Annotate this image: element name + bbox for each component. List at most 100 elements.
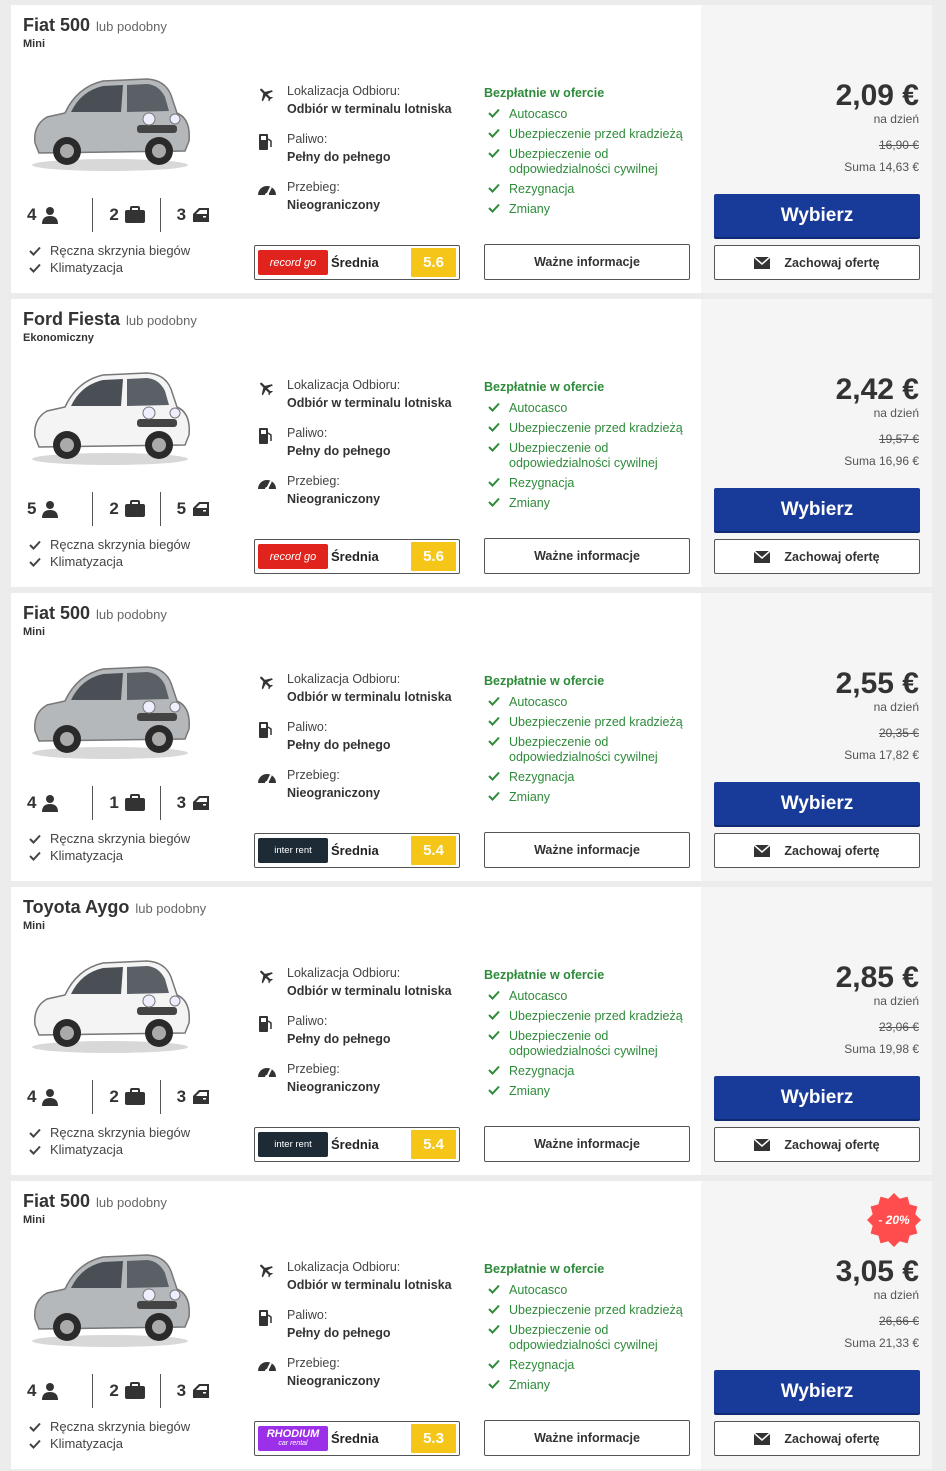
free-inclusions: Bezpłatnie w ofercie Autocasco Ubezpiecze… bbox=[484, 1262, 694, 1398]
important-info-button[interactable]: Ważne informacje bbox=[484, 244, 690, 280]
fuel-pump-icon bbox=[259, 134, 272, 150]
luggage-spec: 2 bbox=[92, 1374, 159, 1408]
doors-spec: 3 bbox=[159, 786, 227, 820]
feature-item: Klimatyzacja bbox=[29, 1141, 190, 1158]
free-inclusions: Bezpłatnie w ofercie Autocasco Ubezpiecze… bbox=[484, 86, 694, 222]
pickup-label: Lokalizacja Odbioru: bbox=[287, 84, 401, 98]
fuel-label: Paliwo: bbox=[287, 1014, 328, 1028]
inclusion-item: Autocasco bbox=[484, 401, 694, 416]
feature-label: Ręczna skrzynia biegów bbox=[50, 831, 191, 846]
inclusion-item: Ubezpieczenie od odpowiedzialności cywil… bbox=[484, 147, 694, 177]
check-icon bbox=[488, 148, 500, 158]
person-icon bbox=[42, 1089, 59, 1106]
inclusion-item: Ubezpieczenie od odpowiedzialności cywil… bbox=[484, 441, 694, 471]
car-image bbox=[25, 359, 195, 469]
feature-label: Klimatyzacja bbox=[50, 554, 123, 569]
car-door-icon bbox=[193, 1384, 210, 1398]
car-category: Ekonomiczny bbox=[23, 332, 94, 344]
inclusion-item: Rezygnacja bbox=[484, 182, 694, 197]
car-title: Fiat 500 lub podobny bbox=[23, 1191, 167, 1212]
car-features: Ręczna skrzynia biegów Klimatyzacja bbox=[29, 242, 190, 276]
supplier-logo: record go bbox=[258, 250, 328, 275]
choose-button[interactable]: Wybierz bbox=[714, 488, 920, 531]
pickup-value: Odbiór w terminalu lotniska bbox=[287, 984, 452, 998]
free-inclusions: Bezpłatnie w ofercie Autocasco Ubezpiecze… bbox=[484, 674, 694, 810]
check-icon bbox=[488, 1359, 500, 1369]
supplier-rating[interactable]: inter rent Średnia 5.4 bbox=[254, 1127, 460, 1162]
check-icon bbox=[488, 1010, 500, 1020]
car-door-icon bbox=[193, 796, 210, 810]
check-icon bbox=[488, 422, 500, 432]
offer-card: Toyota Aygo lub podobny Mini 4 2 3 Ręczn… bbox=[11, 887, 932, 1175]
person-icon bbox=[42, 207, 59, 224]
old-price: 16,90 € bbox=[878, 138, 919, 152]
supplier-rating[interactable]: inter rent Średnia 5.4 bbox=[254, 833, 460, 868]
important-info-button[interactable]: Ważne informacje bbox=[484, 1126, 690, 1162]
choose-button[interactable]: Wybierz bbox=[714, 782, 920, 825]
important-info-button[interactable]: Ważne informacje bbox=[484, 832, 690, 868]
bags-count: 2 bbox=[109, 499, 119, 518]
inclusion-item: Ubezpieczenie od odpowiedzialności cywil… bbox=[484, 1323, 694, 1353]
seats-spec: 4 bbox=[27, 786, 92, 820]
check-icon bbox=[488, 1085, 500, 1095]
choose-button[interactable]: Wybierz bbox=[714, 194, 920, 237]
inclusion-item: Autocasco bbox=[484, 695, 694, 710]
rating-label: Średnia bbox=[331, 1431, 379, 1446]
total-price: Suma 19,98 € bbox=[844, 1042, 919, 1056]
inclusion-label: Ubezpieczenie od odpowiedzialności cywil… bbox=[509, 1323, 658, 1352]
or-similar-label: lub podobny bbox=[126, 313, 197, 328]
doors-spec: 3 bbox=[159, 1080, 227, 1114]
airplane-icon bbox=[260, 382, 273, 396]
person-icon bbox=[42, 795, 59, 812]
supplier-rating[interactable]: record go Średnia 5.6 bbox=[254, 245, 460, 280]
airplane-icon bbox=[260, 970, 273, 984]
save-offer-button[interactable]: Zachowaj ofertę bbox=[714, 833, 920, 868]
check-icon bbox=[488, 183, 500, 193]
inclusion-item: Autocasco bbox=[484, 989, 694, 1004]
feature-item: Ręczna skrzynia biegów bbox=[29, 1418, 190, 1435]
feature-label: Klimatyzacja bbox=[50, 1436, 123, 1451]
fuel-pump-icon bbox=[259, 428, 272, 444]
mileage-detail: Przebieg: Nieograniczony bbox=[257, 1061, 467, 1109]
save-offer-button[interactable]: Zachowaj ofertę bbox=[714, 1127, 920, 1162]
important-info-button[interactable]: Ważne informacje bbox=[484, 1420, 690, 1456]
choose-button[interactable]: Wybierz bbox=[714, 1076, 920, 1119]
doors-spec: 3 bbox=[159, 1374, 227, 1408]
inclusion-label: Rezygnacja bbox=[509, 1064, 575, 1078]
speedometer-icon bbox=[258, 774, 276, 785]
supplier-rating[interactable]: RHODIUM car rental Średnia 5.3 bbox=[254, 1421, 460, 1456]
or-similar-label: lub podobny bbox=[96, 607, 167, 622]
envelope-icon bbox=[754, 256, 771, 269]
choose-button[interactable]: Wybierz bbox=[714, 1370, 920, 1413]
inclusion-label: Zmiany bbox=[509, 1084, 550, 1098]
fuel-detail: Paliwo: Pełny do pełnego bbox=[257, 425, 467, 473]
speedometer-icon bbox=[258, 480, 276, 491]
inclusion-label: Zmiany bbox=[509, 790, 550, 804]
inclusion-label: Rezygnacja bbox=[509, 1358, 575, 1372]
fuel-value: Pełny do pełnego bbox=[287, 1326, 391, 1340]
inclusion-label: Zmiany bbox=[509, 496, 550, 510]
supplier-rating[interactable]: record go Średnia 5.6 bbox=[254, 539, 460, 574]
car-features: Ręczna skrzynia biegów Klimatyzacja bbox=[29, 830, 190, 864]
fuel-detail: Paliwo: Pełny do pełnego bbox=[257, 131, 467, 179]
save-offer-button[interactable]: Zachowaj ofertę bbox=[714, 1421, 920, 1456]
doors-count: 3 bbox=[176, 1087, 187, 1106]
save-offer-button[interactable]: Zachowaj ofertę bbox=[714, 245, 920, 280]
inclusion-item: Zmiany bbox=[484, 1084, 694, 1099]
feature-label: Klimatyzacja bbox=[50, 1142, 123, 1157]
mileage-value: Nieograniczony bbox=[287, 492, 381, 506]
suitcase-icon bbox=[124, 794, 145, 811]
important-info-button[interactable]: Ważne informacje bbox=[484, 538, 690, 574]
save-offer-button[interactable]: Zachowaj ofertę bbox=[714, 539, 920, 574]
pickup-detail: Lokalizacja Odbioru: Odbiór w terminalu l… bbox=[257, 377, 467, 425]
discount-label: - 20% bbox=[878, 1213, 910, 1227]
inclusion-label: Autocasco bbox=[509, 107, 568, 121]
inclusion-item: Ubezpieczenie od odpowiedzialności cywil… bbox=[484, 735, 694, 765]
car-name: Fiat 500 bbox=[23, 15, 91, 35]
price-per-day: 2,42 € bbox=[835, 373, 919, 406]
old-price: 26,66 € bbox=[878, 1314, 919, 1328]
save-offer-label: Zachowaj ofertę bbox=[784, 1137, 880, 1152]
total-price: Suma 21,33 € bbox=[844, 1336, 919, 1350]
inclusion-label: Zmiany bbox=[509, 202, 550, 216]
feature-label: Ręczna skrzynia biegów bbox=[50, 537, 191, 552]
